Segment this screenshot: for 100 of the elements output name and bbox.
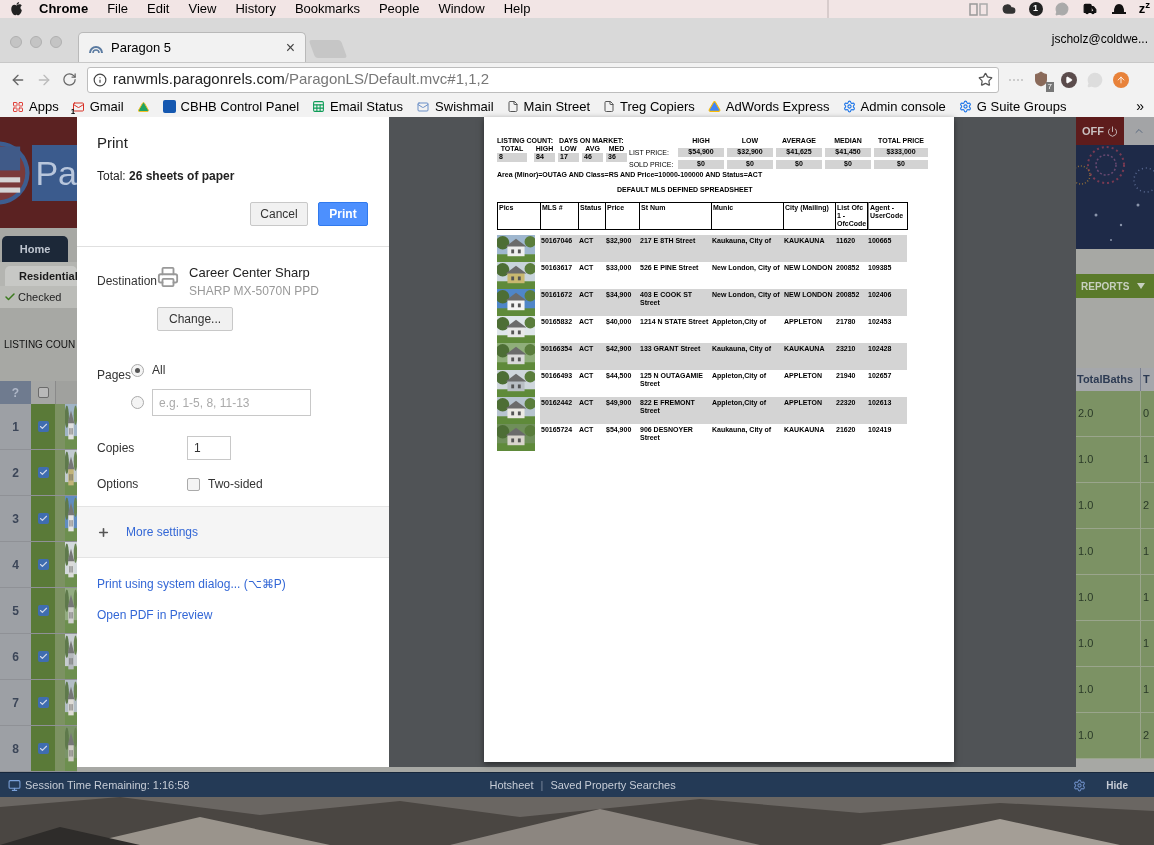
dropdown-caret-icon xyxy=(1137,283,1146,289)
menu-app-name[interactable]: Chrome xyxy=(39,0,89,19)
row-checkbox[interactable] xyxy=(37,467,49,478)
open-pdf-link[interactable]: Open PDF in Preview xyxy=(97,606,369,624)
hotsheet-link[interactable]: Hotsheet xyxy=(489,776,534,794)
row-highlight xyxy=(55,588,65,633)
change-button[interactable]: Change... xyxy=(157,307,234,331)
menu-item[interactable]: File xyxy=(107,0,129,19)
listing-count-label: LISTING COUN xyxy=(4,338,76,352)
menu-item[interactable]: View xyxy=(188,0,217,19)
field-label: Destination xyxy=(97,273,158,288)
notification-count: 1 xyxy=(70,107,76,116)
menu-item[interactable]: People xyxy=(378,0,420,19)
page-range-field[interactable]: e.g. 1-5, 8, 11-13 xyxy=(152,389,312,416)
sleep-label[interactable]: z$^{z}$ xyxy=(1138,0,1150,19)
bookmark-link[interactable]: Email Status xyxy=(330,96,404,117)
gear-icon[interactable] xyxy=(842,100,856,113)
settings-icon[interactable] xyxy=(1073,778,1087,792)
row-number: 2 xyxy=(0,450,31,495)
off-button[interactable]: OFF xyxy=(1076,117,1124,145)
browser-tab[interactable]: Paragon 5 × xyxy=(78,32,306,62)
apps-grid-icon[interactable] xyxy=(12,100,24,113)
more-settings-link[interactable]: More settings xyxy=(126,523,199,541)
table-cell: 2.0 xyxy=(1076,391,1141,436)
bookmark-link[interactable]: Swishmail xyxy=(435,96,494,117)
residential-tab[interactable]: Residential xyxy=(5,266,77,286)
table-cell: 1.0 xyxy=(1076,713,1141,758)
notification-badge[interactable]: 1 xyxy=(1028,2,1043,16)
logo-text: Pa xyxy=(32,144,77,201)
document-icon[interactable] xyxy=(506,100,519,113)
system-dialog-link[interactable]: Print using system dialog... (⌥⌘P) xyxy=(97,575,369,593)
select-all-checkbox[interactable] xyxy=(37,387,49,398)
table-cell-text: 1 xyxy=(1142,636,1150,652)
row-checkbox[interactable] xyxy=(37,513,49,524)
bookmark-link[interactable]: Apps xyxy=(29,96,59,117)
cloud-icon[interactable] xyxy=(1000,2,1017,16)
document-icon[interactable] xyxy=(603,100,616,113)
radio-button[interactable] xyxy=(131,396,145,409)
column-header: T xyxy=(1142,372,1150,388)
bookmark-link[interactable]: AdWords Express xyxy=(725,96,830,117)
triangle-icon[interactable] xyxy=(136,100,150,113)
table-cell-text: 1 xyxy=(1142,590,1150,606)
bookmark-link[interactable]: Gmail xyxy=(89,96,124,117)
bookmark-link[interactable]: G Suite Groups xyxy=(976,96,1067,117)
close-button[interactable]: × xyxy=(285,39,295,56)
gear-icon[interactable] xyxy=(958,100,972,113)
mail-icon[interactable]: 1 xyxy=(71,100,85,113)
bookmark-link[interactable]: Admin console xyxy=(860,96,946,117)
help-header: ? xyxy=(0,381,31,404)
tab-title: Paragon 5 xyxy=(111,38,171,57)
reload-icon[interactable] xyxy=(62,72,77,87)
triangle-icon[interactable] xyxy=(707,100,721,113)
session-timer: Session Time Remaining: 1:16:58 xyxy=(25,777,190,793)
info-icon[interactable] xyxy=(93,72,107,87)
menu-item[interactable]: Bookmarks xyxy=(294,0,360,19)
two-sided-checkbox[interactable] xyxy=(187,477,200,491)
row-number: 8 xyxy=(0,726,31,771)
row-checkbox[interactable] xyxy=(37,605,49,616)
bookmarks-overflow[interactable]: » xyxy=(1136,96,1144,117)
row-checkbox[interactable] xyxy=(37,697,49,708)
dialog-title: Print xyxy=(97,133,129,153)
dots-icon[interactable] xyxy=(1009,78,1023,81)
menu-item[interactable]: Window xyxy=(438,0,485,19)
session-icon xyxy=(8,778,21,792)
hide-button[interactable]: Hide xyxy=(1106,777,1128,793)
radio-button[interactable] xyxy=(131,363,145,377)
checkbox-label: Two-sided xyxy=(208,476,263,493)
menu-item[interactable]: History xyxy=(235,0,276,19)
bookmark-link[interactable]: Treg Copiers xyxy=(620,96,695,117)
separator: | xyxy=(540,777,544,793)
home-tab[interactable]: Home xyxy=(2,236,68,262)
saved-searches-link[interactable]: Saved Property Searches xyxy=(550,776,676,794)
cancel-button[interactable]: Cancel xyxy=(250,201,308,226)
table-cell: 1.0 xyxy=(1076,437,1141,482)
row-highlight xyxy=(55,496,65,541)
field-label: Pages xyxy=(97,368,132,382)
address-bar[interactable]: ranwmls.paragonrels.com/ParagonLS/Default.mvc#1,1,2 xyxy=(87,66,999,93)
envelope-icon[interactable] xyxy=(416,100,431,113)
bookmark-star-icon[interactable] xyxy=(978,72,993,87)
upload-extension-icon[interactable] xyxy=(1113,71,1129,88)
row-checkbox[interactable] xyxy=(37,743,49,754)
chat-icon[interactable] xyxy=(1054,2,1069,16)
play-extension-icon[interactable] xyxy=(1061,71,1077,88)
row-checkbox[interactable] xyxy=(37,421,49,432)
profile-name[interactable]: jscholz@coldwe... xyxy=(1051,30,1148,48)
radio-label: All xyxy=(152,362,166,379)
spreadsheet-icon[interactable] xyxy=(312,100,326,113)
row-checkbox[interactable] xyxy=(37,651,49,662)
copies-field[interactable]: 1 xyxy=(187,436,231,460)
hat-icon[interactable] xyxy=(1110,2,1127,16)
row-checkbox[interactable] xyxy=(37,559,49,570)
apple-icon[interactable] xyxy=(10,2,23,16)
bookmark-link[interactable]: Main Street xyxy=(523,96,591,117)
rr-logo-icon[interactable] xyxy=(968,2,989,16)
bookmark-link[interactable]: CBHB Control Panel xyxy=(180,96,300,117)
table-cell-text: 1 xyxy=(1142,452,1150,468)
menu-item[interactable]: Edit xyxy=(147,0,170,19)
square-logo-icon[interactable] xyxy=(162,100,176,113)
menu-item[interactable]: Help xyxy=(503,0,531,19)
extension-count: 7 xyxy=(1045,81,1054,92)
